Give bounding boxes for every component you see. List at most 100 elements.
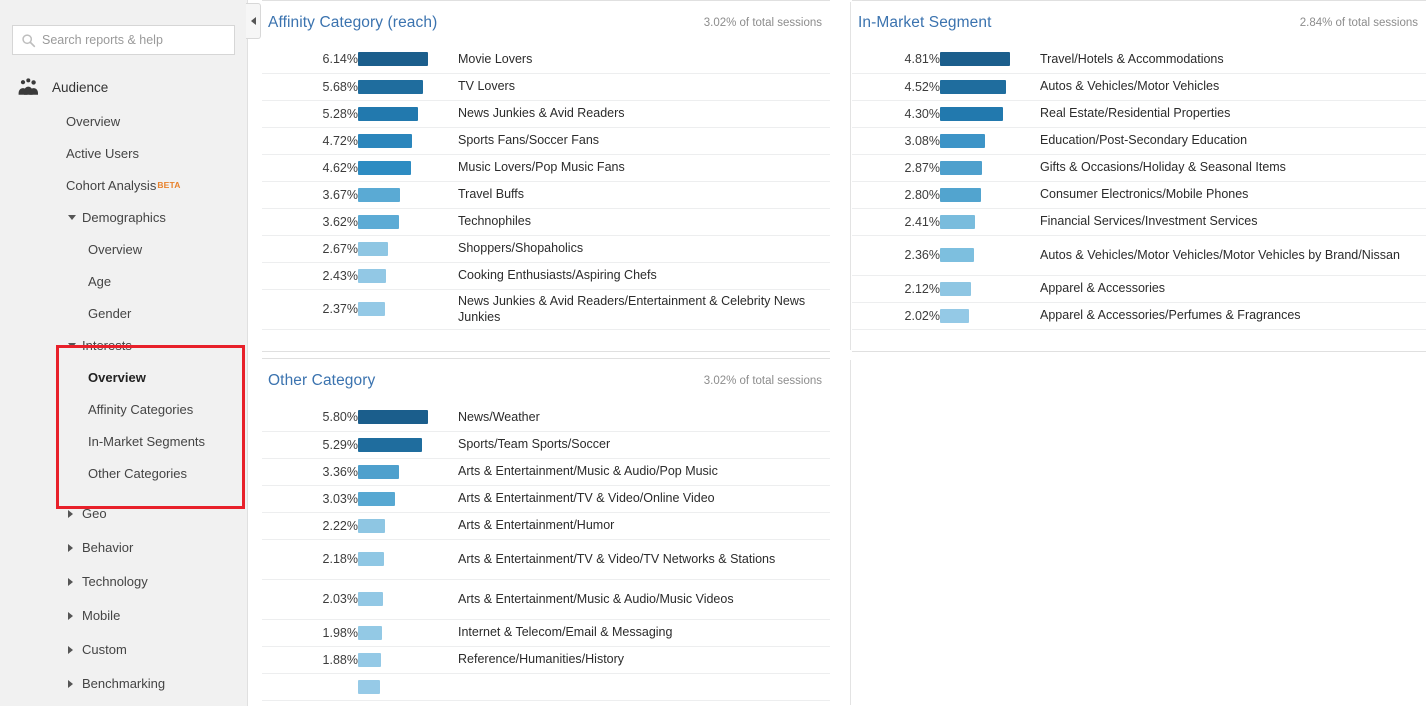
sidebar-item-cohort-analysis[interactable]: Cohort Analysis BETA bbox=[0, 169, 247, 201]
table-row[interactable]: 2.80% Consumer Electronics/Mobile Phones bbox=[852, 181, 1426, 208]
table-row[interactable]: 3.03% Arts & Entertainment/TV & Video/Onl… bbox=[262, 485, 830, 512]
sidebar-item-in-market-segments[interactable]: In-Market Segments bbox=[0, 425, 247, 457]
sidebar-item-benchmarking[interactable]: Benchmarking bbox=[0, 667, 247, 699]
sidebar-item-age[interactable]: Age bbox=[0, 265, 247, 297]
row-bar-cell bbox=[940, 154, 1040, 181]
row-label[interactable]: Travel/Hotels & Accommodations bbox=[1040, 46, 1426, 73]
row-label[interactable]: Autos & Vehicles/Motor Vehicles bbox=[1040, 73, 1426, 100]
table-row[interactable]: 2.43% Cooking Enthusiasts/Aspiring Chefs bbox=[262, 262, 830, 289]
row-label[interactable]: Shoppers/Shopaholics bbox=[458, 235, 830, 262]
value-bar bbox=[358, 679, 380, 694]
panel-title[interactable]: Other Category bbox=[268, 372, 375, 390]
sidebar-item-behavior[interactable]: Behavior bbox=[0, 531, 247, 563]
table-row[interactable]: 2.36% Autos & Vehicles/Motor Vehicles/Mot… bbox=[852, 235, 1426, 275]
table-row[interactable]: 2.12% Apparel & Accessories bbox=[852, 275, 1426, 302]
panel-title[interactable]: In-Market Segment bbox=[858, 14, 992, 32]
row-label[interactable]: Gifts & Occasions/Holiday & Seasonal Ite… bbox=[1040, 154, 1426, 181]
value-bar bbox=[358, 187, 400, 202]
row-label[interactable]: Travel Buffs bbox=[458, 181, 830, 208]
row-bar-cell bbox=[358, 512, 458, 539]
table-row[interactable]: 5.28% News Junkies & Avid Readers bbox=[262, 100, 830, 127]
table-row[interactable]: 2.37% News Junkies & Avid Readers/Enterta… bbox=[262, 289, 830, 329]
row-label[interactable]: Arts & Entertainment/TV & Video/Online V… bbox=[458, 485, 830, 512]
value-bar bbox=[940, 106, 1003, 121]
sidebar-item-overview[interactable]: Overview bbox=[0, 105, 247, 137]
row-label[interactable]: Apparel & Accessories/Perfumes & Fragran… bbox=[1040, 302, 1426, 329]
table-row[interactable]: 5.80% News/Weather bbox=[262, 404, 830, 431]
sidebar-item-other-categories[interactable]: Other Categories bbox=[0, 457, 247, 489]
row-label[interactable]: Consumer Electronics/Mobile Phones bbox=[1040, 181, 1426, 208]
row-label[interactable]: Cooking Enthusiasts/Aspiring Chefs bbox=[458, 262, 830, 289]
chevron-right-icon bbox=[68, 578, 73, 586]
sidebar-item-technology[interactable]: Technology bbox=[0, 565, 247, 597]
table-row[interactable] bbox=[262, 673, 830, 700]
row-label[interactable]: Financial Services/Investment Services bbox=[1040, 208, 1426, 235]
sidebar-item-affinity-categories[interactable]: Affinity Categories bbox=[0, 393, 247, 425]
row-label[interactable]: TV Lovers bbox=[458, 73, 830, 100]
table-row[interactable]: 5.68% TV Lovers bbox=[262, 73, 830, 100]
table-row[interactable]: 1.88% Reference/Humanities/History bbox=[262, 646, 830, 673]
collapse-sidebar-icon[interactable] bbox=[246, 3, 261, 39]
sidebar-item-interests[interactable]: Interests bbox=[0, 329, 247, 361]
table-row[interactable]: 2.87% Gifts & Occasions/Holiday & Seasona… bbox=[852, 154, 1426, 181]
row-percent: 6.14% bbox=[322, 52, 358, 67]
table-row[interactable]: 2.41% Financial Services/Investment Servi… bbox=[852, 208, 1426, 235]
search-input[interactable] bbox=[42, 32, 226, 48]
table-row[interactable]: 3.62% Technophiles bbox=[262, 208, 830, 235]
row-percent bbox=[262, 673, 358, 700]
row-label[interactable]: Movie Lovers bbox=[458, 46, 830, 73]
search-box[interactable] bbox=[12, 25, 235, 55]
row-label[interactable]: Music Lovers/Pop Music Fans bbox=[458, 154, 830, 181]
sidebar-item-mobile[interactable]: Mobile bbox=[0, 599, 247, 631]
row-label[interactable]: Real Estate/Residential Properties bbox=[1040, 100, 1426, 127]
value-bar bbox=[940, 214, 976, 229]
value-bar bbox=[358, 552, 385, 566]
row-label[interactable]: Technophiles bbox=[458, 208, 830, 235]
sidebar-section-audience[interactable]: Audience bbox=[0, 69, 247, 105]
sidebar-item-custom[interactable]: Custom bbox=[0, 633, 247, 665]
table-row[interactable]: 5.29% Sports/Team Sports/Soccer bbox=[262, 431, 830, 458]
table-row[interactable]: 3.67% Travel Buffs bbox=[262, 181, 830, 208]
table-row[interactable]: 6.14% Movie Lovers bbox=[262, 46, 830, 73]
row-bar-cell bbox=[358, 646, 458, 673]
row-label[interactable]: News Junkies & Avid Readers bbox=[458, 100, 830, 127]
row-label[interactable]: Sports Fans/Soccer Fans bbox=[458, 127, 830, 154]
table-row[interactable]: 3.36% Arts & Entertainment/Music & Audio/… bbox=[262, 458, 830, 485]
sidebar-item-gender[interactable]: Gender bbox=[0, 297, 247, 329]
row-label[interactable]: Reference/Humanities/History bbox=[458, 646, 830, 673]
value-bar bbox=[358, 410, 428, 425]
row-label[interactable]: Sports/Team Sports/Soccer bbox=[458, 431, 830, 458]
row-label[interactable]: Education/Post-Secondary Education bbox=[1040, 127, 1426, 154]
row-label[interactable]: Arts & Entertainment/Music & Audio/Pop M… bbox=[458, 458, 830, 485]
table-row[interactable]: 4.81% Travel/Hotels & Accommodations bbox=[852, 46, 1426, 73]
value-bar bbox=[358, 437, 422, 452]
row-label[interactable]: News/Weather bbox=[458, 404, 830, 431]
table-row[interactable]: 2.02% Apparel & Accessories/Perfumes & Fr… bbox=[852, 302, 1426, 329]
table-row[interactable]: 2.67% Shoppers/Shopaholics bbox=[262, 235, 830, 262]
table-row[interactable]: 4.62% Music Lovers/Pop Music Fans bbox=[262, 154, 830, 181]
sidebar-item-demographics[interactable]: Demographics bbox=[0, 201, 247, 233]
chevron-right-icon bbox=[68, 646, 73, 654]
row-label[interactable]: Internet & Telecom/Email & Messaging bbox=[458, 619, 830, 646]
table-row[interactable]: 1.98% Internet & Telecom/Email & Messagin… bbox=[262, 619, 830, 646]
row-label[interactable]: News Junkies & Avid Readers/Entertainmen… bbox=[458, 289, 830, 329]
row-label[interactable]: Apparel & Accessories bbox=[1040, 275, 1426, 302]
sidebar-item-demographics-overview[interactable]: Overview bbox=[0, 233, 247, 265]
table-row[interactable]: 3.08% Education/Post-Secondary Education bbox=[852, 127, 1426, 154]
sidebar-item-interests-overview[interactable]: Overview bbox=[0, 361, 247, 393]
sidebar-item-geo[interactable]: Geo bbox=[0, 497, 247, 529]
sidebar-item-active-users[interactable]: Active Users bbox=[0, 137, 247, 169]
row-label[interactable] bbox=[458, 673, 830, 700]
row-label[interactable]: Arts & Entertainment/Music & Audio/Music… bbox=[458, 579, 830, 619]
table-row[interactable]: 2.22% Arts & Entertainment/Humor bbox=[262, 512, 830, 539]
row-label[interactable]: Arts & Entertainment/TV & Video/TV Netwo… bbox=[458, 539, 830, 579]
table-row[interactable]: 4.52% Autos & Vehicles/Motor Vehicles bbox=[852, 73, 1426, 100]
table-row[interactable]: 4.30% Real Estate/Residential Properties bbox=[852, 100, 1426, 127]
table-row[interactable]: 2.03% Arts & Entertainment/Music & Audio/… bbox=[262, 579, 830, 619]
table-row[interactable]: 2.18% Arts & Entertainment/TV & Video/TV … bbox=[262, 539, 830, 579]
row-label[interactable]: Autos & Vehicles/Motor Vehicles/Motor Ve… bbox=[1040, 235, 1426, 275]
panel-title[interactable]: Affinity Category (reach) bbox=[268, 14, 437, 32]
row-label[interactable]: Arts & Entertainment/Humor bbox=[458, 512, 830, 539]
chevron-right-icon bbox=[68, 544, 73, 552]
table-row[interactable]: 4.72% Sports Fans/Soccer Fans bbox=[262, 127, 830, 154]
